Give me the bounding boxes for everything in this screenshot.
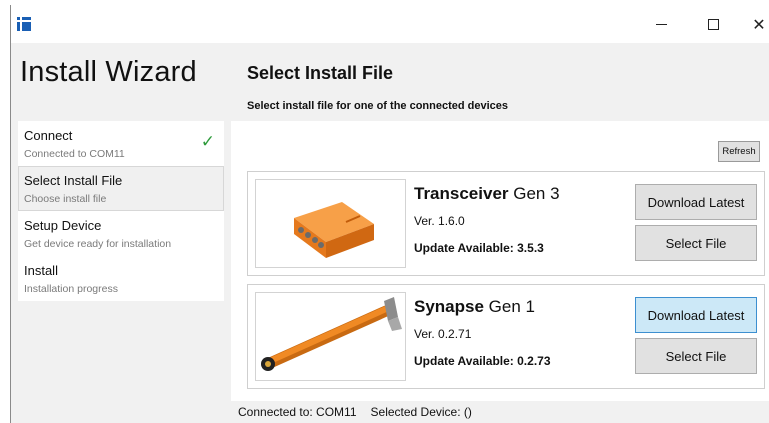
maximize-button[interactable]: [691, 5, 735, 43]
page-title: Select Install File: [247, 63, 394, 83]
device-version: Ver. 0.2.71: [414, 327, 472, 341]
minimize-button[interactable]: [639, 5, 683, 43]
select-file-button[interactable]: Select File: [635, 225, 757, 261]
step-subtitle: Get device ready for installation: [24, 238, 172, 250]
sidebar: Install Wizard Connect Connected to COM1…: [11, 43, 231, 423]
download-latest-button[interactable]: Download Latest: [635, 184, 757, 220]
app-title: Install Wizard: [20, 56, 197, 88]
step-subtitle: Choose install file: [24, 193, 107, 205]
step-title: Connect: [24, 128, 73, 143]
close-icon: ✕: [752, 14, 766, 34]
device-image: [255, 292, 406, 381]
title-bar: ✕: [11, 5, 769, 43]
page-subtitle: Select install file for one of the conne…: [247, 100, 509, 112]
step-title: Select Install File: [24, 173, 123, 188]
device-card-synapse: Synapse Gen 1 Ver. 0.2.71 Update Availab…: [247, 284, 765, 389]
device-version: Ver. 1.6.0: [414, 214, 465, 228]
step-setup-device[interactable]: Setup Device Get device ready for instal…: [18, 211, 224, 256]
status-selected-device: Selected Device: (): [370, 405, 472, 419]
download-latest-button[interactable]: Download Latest: [635, 297, 757, 333]
update-available: Update Available: 0.2.73: [414, 354, 551, 368]
checkmark-icon: ✓: [200, 132, 215, 152]
step-title: Install: [24, 263, 58, 278]
app-icon: [17, 17, 31, 31]
refresh-button[interactable]: Refresh: [718, 141, 760, 162]
device-name: Synapse Gen 1: [414, 297, 535, 316]
orange-probe-device-icon: [261, 297, 402, 371]
device-list: Refresh Transceiver Gen 3 Ver. 1.6.0 Upd…: [231, 121, 769, 401]
device-image: [255, 179, 406, 268]
step-title: Setup Device: [24, 218, 102, 233]
maximize-icon: [707, 18, 719, 30]
wizard-steps: Connect Connected to COM11 ✓ Select Inst…: [18, 121, 224, 301]
device-name: Transceiver Gen 3: [414, 184, 560, 203]
step-install[interactable]: Install Installation progress: [18, 256, 224, 301]
select-file-button[interactable]: Select File: [635, 338, 757, 374]
orange-box-device-icon: [294, 202, 374, 258]
status-bar: Connected to: COM11 Selected Device: (): [231, 401, 769, 423]
step-connect[interactable]: Connect Connected to COM11 ✓: [18, 121, 224, 166]
step-subtitle: Connected to COM11: [24, 148, 125, 160]
close-button[interactable]: ✕: [737, 5, 769, 43]
status-connected: Connected to: COM11: [238, 405, 357, 419]
main-panel: Select Install File Select install file …: [231, 43, 769, 423]
app-window: ✕ Install Wizard Connect Connected to CO…: [10, 5, 769, 423]
device-card-transceiver: Transceiver Gen 3 Ver. 1.6.0 Update Avai…: [247, 171, 765, 276]
step-subtitle: Installation progress: [24, 283, 118, 295]
update-available: Update Available: 3.5.3: [414, 241, 544, 255]
step-select-install-file[interactable]: Select Install File Choose install file: [18, 166, 224, 211]
minimize-icon: [655, 23, 667, 25]
